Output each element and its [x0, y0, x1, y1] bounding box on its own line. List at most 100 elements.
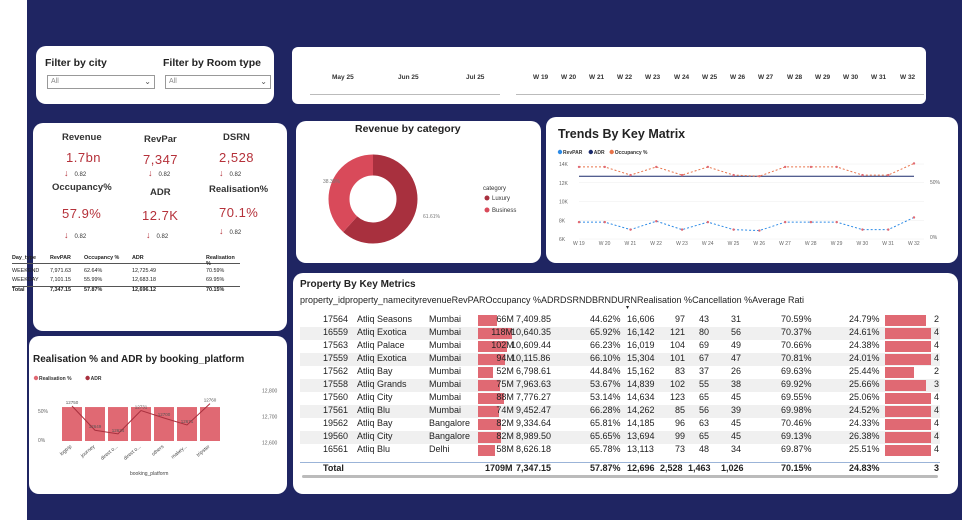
property-table-row[interactable]: 16559 Atliq Exotica Mumbai 118M 10,640.35 65.… — [300, 327, 940, 340]
realisation-delta-value: 0.82 — [229, 230, 242, 236]
property-cancellation-cell: 24.38% — [849, 340, 880, 350]
trends-x-tick: W 19 — [573, 241, 585, 247]
date-slicer-item[interactable]: W 23 — [645, 74, 660, 81]
date-slicer-item[interactable]: W 28 — [787, 74, 802, 81]
property-occupancy-cell: 53.14% — [590, 392, 621, 402]
daytype-cell: 7,347.15 — [50, 287, 71, 293]
trends-point — [706, 220, 710, 224]
total-occupancy: 57.87% — [590, 463, 621, 473]
property-city-cell: Mumbai — [429, 353, 462, 363]
trends-point — [758, 229, 761, 232]
property-realisation-cell: 69.87% — [781, 444, 812, 454]
total-realisation: 70.15% — [781, 463, 812, 473]
arrow-down-icon: ↓ — [64, 230, 69, 240]
date-slicer-item[interactable]: Jul 25 — [466, 74, 484, 81]
date-slicer-item[interactable]: W 22 — [617, 74, 632, 81]
property-durn-cell: 38 — [731, 379, 742, 389]
adr-data-label: 12700 — [158, 412, 171, 417]
daytype-table-header: Day_type RevPAR Occupancy % ADR Realisation … — [12, 255, 240, 267]
property-table-row[interactable]: 19560 Atliq City Bangalore 82M 8,989.50 65.65… — [300, 431, 940, 444]
trends-point — [655, 165, 658, 169]
adr-data-label: 12634 — [112, 428, 125, 433]
property-cancellation-cell: 25.66% — [849, 379, 880, 389]
city-filter-select[interactable]: All ⌄ — [47, 75, 155, 89]
property-header-cell: property_id — [300, 295, 346, 305]
property-table-row[interactable]: 17561 Atliq Blu Mumbai 74M 9,452.47 66.28% 14,… — [300, 405, 940, 418]
trends-point — [732, 173, 735, 177]
trends-x-tick: W 21 — [625, 241, 637, 247]
property-adr-cell: 15,162 — [627, 366, 655, 376]
property-revenue-cell: 88M — [496, 392, 514, 402]
trends-legend-item: ADR — [594, 150, 605, 156]
date-slicer-item[interactable]: W 26 — [730, 74, 745, 81]
property-occupancy-cell: 65.78% — [590, 444, 621, 454]
revenue-data-bar — [478, 367, 493, 378]
property-table-row[interactable]: 17564 Atliq Seasons Mumbai 66M 7,409.85 44.62… — [300, 314, 940, 327]
date-slicer-item[interactable]: May 25 — [332, 74, 354, 81]
average-rating-data-bar — [885, 393, 931, 404]
date-slicer-item[interactable]: W 25 — [702, 74, 717, 81]
property-table-row[interactable]: 17563 Atliq Palace Mumbai 102M 10,609.44 66.2… — [300, 340, 940, 353]
realisation-kpi-value: 70.1% — [219, 205, 259, 220]
property-dbrn-cell: 69 — [699, 340, 710, 350]
date-slicer-item[interactable]: Jun 25 — [398, 74, 419, 81]
daytype-cell: 57.87% — [84, 287, 103, 293]
property-name-cell: Atliq Grands — [357, 379, 407, 389]
trends-point — [655, 219, 658, 223]
daytype-cell: WEEKDAY — [12, 277, 39, 283]
property-realisation-cell: 70.37% — [781, 327, 812, 337]
property-table-row[interactable]: 19562 Atliq Bay Bangalore 82M 9,334.64 65.81%… — [300, 418, 940, 431]
property-header-cell: ADR — [540, 295, 560, 305]
realisation-bar — [131, 407, 151, 441]
property-revpar-cell: 7,409.85 — [516, 314, 552, 324]
date-slicer-item[interactable]: W 32 — [900, 74, 915, 81]
date-slicer-item[interactable]: W 19 — [533, 74, 548, 81]
property-table-row[interactable]: 17562 Atliq Bay Mumbai 52M 6,798.61 44.84% 15,… — [300, 366, 940, 379]
horizontal-scrollbar[interactable] — [302, 475, 938, 478]
revenue-kpi-delta: ↓ 0.82 — [64, 168, 86, 178]
property-cancellation-cell: 24.52% — [849, 405, 880, 415]
adr-data-label: 12671 — [181, 419, 194, 424]
date-slicer-item[interactable]: W 20 — [561, 74, 576, 81]
property-table-row[interactable]: 16561 Atliq Blu Delhi 58M 8,626.18 65.78% 13,1… — [300, 444, 940, 457]
property-realisation-cell: 70.66% — [781, 340, 812, 350]
date-slicer-item[interactable]: W 30 — [843, 74, 858, 81]
property-name-cell: Atliq Blu — [357, 405, 391, 415]
property-name-cell: Atliq Blu — [357, 444, 391, 454]
property-dsrn-cell: 97 — [675, 314, 686, 324]
daytype-header-cell: ADR — [132, 255, 144, 261]
trends-x-tick: W 26 — [753, 241, 765, 247]
property-cancellation-cell: 24.01% — [849, 353, 880, 363]
trends-legend-item: RevPAR — [563, 150, 583, 156]
property-table-row[interactable]: 17560 Atliq City Mumbai 88M 7,776.27 53.14% 14… — [300, 392, 940, 405]
room-filter-select[interactable]: All ⌄ — [165, 75, 271, 89]
property-realisation-cell: 69.98% — [781, 405, 812, 415]
date-slicer-item[interactable]: W 21 — [589, 74, 604, 81]
property-cancellation-cell: 24.61% — [849, 327, 880, 337]
date-slicer-item[interactable]: W 29 — [815, 74, 830, 81]
occupancy-kpi-label: Occupancy% — [52, 182, 112, 193]
daytype-table-row: WEEKDAY 7,101.15 55.99% 12,683.18 69.95% — [12, 277, 240, 286]
property-table-row[interactable]: 17559 Atliq Exotica Mumbai 94M 10,115.86 66.1… — [300, 353, 940, 366]
legend-marker-icon — [85, 375, 90, 381]
property-realisation-cell: 70.46% — [781, 418, 812, 428]
sort-desc-icon[interactable]: ▾ — [626, 304, 629, 311]
date-slicer-item[interactable]: W 27 — [758, 74, 773, 81]
daytype-cell: 62.64% — [84, 268, 103, 274]
adr-kpi-delta: ↓ 0.82 — [146, 230, 168, 240]
trends-point — [835, 165, 838, 169]
daytype-total-row: Total 7,347.15 57.87% 12,696.12 70.15% — [12, 286, 240, 295]
date-slicer-item[interactable]: W 24 — [674, 74, 689, 81]
realisation-bar — [108, 407, 128, 441]
property-revpar-cell: 7,776.27 — [516, 392, 552, 402]
revpar-kpi-delta: ↓ 0.82 — [148, 168, 170, 178]
property-revenue-cell: 118M — [491, 327, 514, 337]
date-slicer-item[interactable]: W 31 — [871, 74, 886, 81]
trends-point — [912, 216, 916, 219]
property-avg-rating-cell: 4 — [934, 418, 940, 428]
realisation-x-tick: tripster — [196, 444, 212, 459]
adr-kpi-label: ADR — [150, 187, 171, 198]
property-table-row[interactable]: 17558 Atliq Grands Mumbai 75M 7,963.63 53.67%… — [300, 379, 940, 392]
trends-y-tick: 14K — [559, 162, 569, 168]
trends-point — [887, 173, 890, 177]
